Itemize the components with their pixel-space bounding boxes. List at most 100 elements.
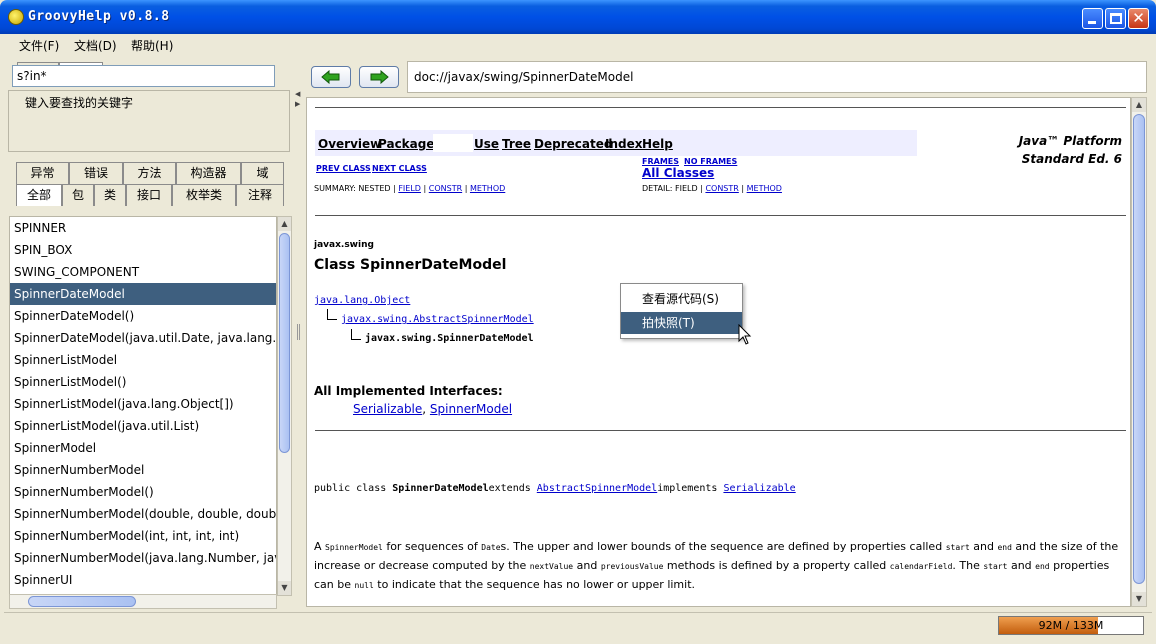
list-item[interactable]: SpinnerNumberModel(java.lang.Number, jav… [10, 547, 276, 569]
summary-method-link[interactable]: METHOD [470, 184, 505, 193]
list-item[interactable]: SpinnerNumberModel(double, double, doubl… [10, 503, 276, 525]
desc-code: nextValue [529, 562, 574, 571]
filter-tab-all[interactable]: 全部 [16, 184, 62, 206]
scroll-down-icon[interactable]: ▼ [278, 581, 291, 595]
list-item[interactable]: SpinnerDateModel [10, 283, 276, 305]
next-class-link[interactable]: NEXT CLASS [372, 164, 427, 173]
maximize-button[interactable] [1105, 8, 1126, 29]
filter-tab-enum[interactable]: 枚举类 [172, 184, 236, 206]
prev-class-link[interactable]: PREV CLASS [316, 164, 371, 173]
back-button[interactable] [311, 66, 351, 88]
filter-tab-field[interactable]: 域 [241, 162, 284, 184]
menu-view-source[interactable]: 查看源代码(S) [621, 288, 742, 310]
list-item[interactable]: SpinnerNumberModel [10, 459, 276, 481]
implemented-list: Serializable, SpinnerModel [353, 402, 512, 416]
document-vscroll[interactable]: ▲ ▼ [1131, 97, 1147, 607]
list-item[interactable]: SpinnerDateModel() [10, 305, 276, 327]
menu-file[interactable]: 文件(F) [19, 37, 59, 54]
all-classes-link[interactable]: All Classes [642, 166, 714, 180]
forward-arrow-icon [370, 69, 389, 85]
filter-tab-class[interactable]: 类 [94, 184, 126, 206]
decl-iface-link[interactable]: Serializable [723, 483, 795, 494]
platform-line1: Java™ Platform [1018, 134, 1122, 148]
hierarchy-object-link[interactable]: java.lang.Object [314, 295, 410, 306]
scroll-up-icon[interactable]: ▲ [1132, 98, 1146, 112]
platform-line2: Standard Ed. 6 [1021, 152, 1122, 166]
detail-row: DETAIL: FIELD | CONSTR | METHOD [642, 184, 782, 193]
divider [315, 107, 1126, 108]
index-list-vscroll[interactable]: ▲ ▼ [277, 216, 292, 596]
scroll-thumb[interactable] [1133, 114, 1145, 584]
menu-snapshot[interactable]: 拍快照(T) [621, 312, 742, 334]
splitter[interactable]: ◀ ▶ [294, 56, 304, 610]
hscroll-thumb[interactable] [28, 596, 136, 607]
nav-help[interactable]: Help [642, 137, 673, 151]
collapse-left-icon[interactable]: ◀ [295, 90, 300, 98]
nav-overview[interactable]: Overview [318, 137, 381, 151]
url-field[interactable]: doc://javax/swing/SpinnerDateModel [407, 61, 1147, 93]
list-item[interactable]: SpinnerListModel [10, 349, 276, 371]
hierarchy-abstract-link[interactable]: javax.swing.AbstractSpinnerModel [341, 314, 534, 325]
detail-method-link[interactable]: METHOD [747, 184, 782, 193]
document-view[interactable]: Overview Package Use Tree Deprecated Ind… [306, 97, 1131, 607]
serializable-link[interactable]: Serializable [353, 402, 422, 416]
close-button[interactable]: ✕ [1128, 8, 1149, 29]
frames-link[interactable]: FRAMES [642, 157, 679, 166]
filter-tab-interface[interactable]: 接口 [126, 184, 172, 206]
memory-indicator[interactable]: 92M / 133M [998, 616, 1144, 635]
filter-tab-annotation[interactable]: 注释 [236, 184, 284, 206]
tree-connector [327, 309, 337, 320]
list-item[interactable]: SpinnerNumberModel() [10, 481, 276, 503]
menu-help[interactable]: 帮助(H) [131, 37, 173, 54]
filter-tab-constructor[interactable]: 构造器 [176, 162, 241, 184]
list-item[interactable]: SWING_COMPONENT [10, 261, 276, 283]
class-title: Class SpinnerDateModel [314, 257, 507, 273]
class-description: A SpinnerModel for sequences of Dates. T… [314, 538, 1124, 595]
nav-deprecated[interactable]: Deprecated [534, 137, 612, 151]
search-input[interactable] [12, 65, 275, 87]
list-item[interactable]: SpinnerModel [10, 437, 276, 459]
desc-code: Date [481, 543, 501, 552]
index-list-hscroll[interactable] [9, 594, 277, 609]
no-frames-link[interactable]: NO FRAMES [684, 157, 737, 166]
nav-use[interactable]: Use [474, 137, 499, 151]
window-title: GroovyHelp v0.8.8 [28, 9, 170, 24]
menu-bar: 文件(F) 文档(D) 帮助(H) [4, 34, 1152, 56]
minimize-button[interactable] [1082, 8, 1103, 29]
implemented-title: All Implemented Interfaces: [314, 384, 503, 398]
scroll-thumb[interactable] [279, 233, 290, 453]
list-item[interactable]: SPINNER [10, 217, 276, 239]
nav-package[interactable]: Package [378, 137, 435, 151]
spinnermodel-link[interactable]: SpinnerModel [430, 402, 512, 416]
index-list[interactable]: SPINNER SPIN_BOX SWING_COMPONENT SpinnerDat… [9, 216, 277, 596]
decl-class: SpinnerDateModel [392, 483, 489, 494]
desc-code: start [945, 543, 970, 552]
nav-index[interactable]: Index [605, 137, 642, 151]
list-item[interactable]: SpinnerListModel(java.lang.Object[]) [10, 393, 276, 415]
splitter-grip-icon[interactable] [297, 324, 300, 340]
decl-super-link[interactable]: AbstractSpinnerModel [537, 483, 657, 494]
list-item[interactable]: SPIN_BOX [10, 239, 276, 261]
list-item[interactable]: SpinnerNumberModel(int, int, int, int) [10, 525, 276, 547]
detail-constr-link[interactable]: CONSTR [705, 184, 738, 193]
collapse-right-icon[interactable]: ▶ [295, 100, 300, 108]
desc-text: and [1007, 559, 1036, 572]
filter-tab-error[interactable]: 错误 [69, 162, 123, 184]
decl-implements: implements [657, 483, 724, 494]
list-item[interactable]: SpinnerListModel() [10, 371, 276, 393]
title-bar[interactable]: GroovyHelp v0.8.8 ✕ [0, 0, 1156, 34]
back-arrow-icon [321, 69, 340, 85]
filter-tab-package[interactable]: 包 [62, 184, 94, 206]
filter-tab-exception[interactable]: 异常 [16, 162, 69, 184]
scroll-down-icon[interactable]: ▼ [1132, 592, 1146, 606]
forward-button[interactable] [359, 66, 399, 88]
summary-field-link[interactable]: FIELD [398, 184, 421, 193]
list-item[interactable]: SpinnerUI [10, 569, 276, 591]
list-item[interactable]: SpinnerDateModel(java.util.Date, java.la… [10, 327, 276, 349]
filter-tab-method[interactable]: 方法 [123, 162, 176, 184]
list-item[interactable]: SpinnerListModel(java.util.List) [10, 415, 276, 437]
nav-tree[interactable]: Tree [502, 137, 531, 151]
menu-document[interactable]: 文档(D) [74, 37, 117, 54]
scroll-up-icon[interactable]: ▲ [278, 217, 291, 231]
summary-constr-link[interactable]: CONSTR [429, 184, 462, 193]
